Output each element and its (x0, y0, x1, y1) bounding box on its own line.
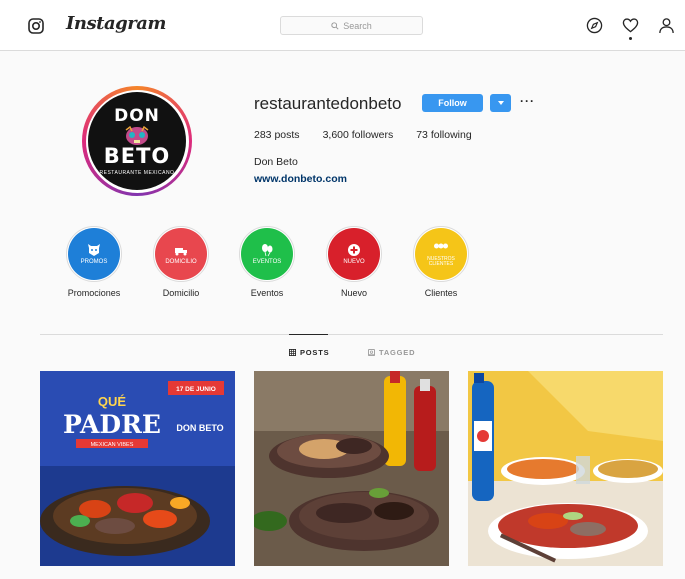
highlight-domicilio[interactable]: DOMICILIO Domicilio (152, 226, 210, 298)
highlight-cover: EVENTOS (241, 228, 293, 280)
highlight-label: Eventos (250, 288, 284, 298)
people-icon (434, 243, 448, 248)
highlight-cover: NUESTROS CLIENTES (415, 228, 467, 280)
instagram-wordmark[interactable]: Instagram (66, 13, 166, 34)
highlight-promociones[interactable]: PROMOS Promociones (65, 226, 123, 298)
post-title-padre: PADRE (63, 410, 161, 439)
highlight-label: Clientes (424, 288, 458, 298)
chevron-down-icon (497, 101, 504, 105)
search-placeholder: Search (343, 20, 372, 31)
highlight-cover: PROMOS (68, 228, 120, 280)
stat-posts: 283 posts (254, 129, 300, 141)
tab-posts[interactable]: POSTS (289, 348, 329, 357)
profile-person-icon[interactable] (658, 17, 675, 34)
tag-icon (368, 349, 375, 356)
post-title-que: QUÉ (98, 394, 127, 409)
instagram-logo-icon[interactable] (28, 18, 44, 34)
suggested-dropdown-button[interactable] (490, 94, 511, 112)
dog-icon (88, 244, 100, 256)
stat-following[interactable]: 73 following (416, 129, 471, 141)
post-subtitle: MEXICAN VIBES (91, 442, 134, 448)
avatar-frame: DON BETO RESTAURANTE MEXICANO (85, 89, 189, 193)
tab-tagged[interactable]: TAGGED (368, 348, 415, 357)
sugar-skull-icon (125, 126, 149, 145)
search-input[interactable]: Search (280, 16, 423, 35)
top-navigation-bar: Instagram Search (0, 0, 685, 51)
post-image (254, 371, 449, 566)
plus-icon (348, 244, 360, 256)
post-image: 17 DE JUNIO QUÉ PADRE MEXICAN VIBES DON … (40, 371, 235, 566)
post-thumbnail-grilled-dishes[interactable] (254, 371, 449, 566)
balloon-icon (262, 244, 273, 257)
highlight-cover: NUEVO (328, 228, 380, 280)
logo-subtitle: RESTAURANTE MEXICANO (99, 170, 175, 176)
highlight-cover: DOMICILIO (155, 228, 207, 280)
notification-dot (629, 37, 632, 40)
search-icon (331, 21, 339, 30)
profile-website-link[interactable]: www.donbeto.com (254, 173, 347, 185)
highlight-eventos[interactable]: EVENTOS Eventos (238, 226, 296, 298)
stat-followers[interactable]: 3,600 followers (323, 129, 394, 141)
profile-username: restaurantedonbeto (254, 94, 402, 113)
more-options-button[interactable]: ··· (520, 94, 535, 108)
logo-text-don: DON (114, 106, 160, 126)
profile-stats: 283 posts 3,600 followers 73 following (254, 129, 495, 141)
don-beto-logo: DON BETO RESTAURANTE MEXICANO (88, 92, 186, 190)
post-date-badge: 17 DE JUNIO (176, 386, 216, 393)
logo-text-beto: BETO (103, 144, 171, 168)
profile-full-name: Don Beto (254, 156, 298, 168)
follow-button[interactable]: Follow (422, 94, 483, 112)
highlight-clientes[interactable]: NUESTROS CLIENTES Clientes (412, 226, 470, 298)
profile-avatar[interactable]: DON BETO RESTAURANTE MEXICANO (82, 86, 192, 196)
highlight-label: Nuevo (340, 288, 367, 298)
highlight-label: Domicilio (162, 288, 200, 298)
post-thumbnail-table-spread[interactable] (468, 371, 663, 566)
active-tab-indicator (289, 334, 328, 335)
delivery-icon (175, 248, 187, 256)
post-brand: DON BETO (176, 423, 223, 433)
grid-icon (289, 349, 296, 356)
activity-heart-icon[interactable] (622, 17, 639, 34)
tabs-divider (40, 334, 663, 335)
highlight-label: Promociones (67, 288, 121, 298)
post-image (468, 371, 663, 566)
highlight-nuevo[interactable]: NUEVO Nuevo (325, 226, 383, 298)
explore-compass-icon[interactable] (586, 17, 603, 34)
post-thumbnail-que-padre[interactable]: 17 DE JUNIO QUÉ PADRE MEXICAN VIBES DON … (40, 371, 235, 566)
